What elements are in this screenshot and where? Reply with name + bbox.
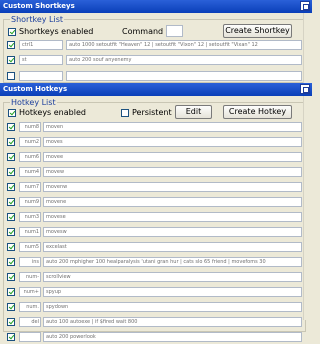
hotkey-command-field[interactable]: auto 200 mphigher 100 healparalysis 'uta… — [43, 257, 302, 267]
hotkey-row: ins auto 200 mphigher 100 healparalysis '… — [3, 256, 303, 269]
hotkey-row: num1 movesw — [3, 226, 303, 239]
hotkey-command-field[interactable]: movew — [43, 167, 302, 177]
shortkey-key-field[interactable]: st — [19, 55, 63, 65]
shortkey-command-field[interactable]: auto 1000 setoutfit "Heaven" 12 | setout… — [66, 40, 302, 50]
hotkeys-window-title: Custom Hotkeys — [3, 85, 68, 93]
hotkey-command-field[interactable]: moves — [43, 137, 302, 147]
hotkey-rows: num8 moven num2 moves num6 movee num4 movew num7… — [3, 121, 303, 342]
hotkey-key-field[interactable]: num- — [19, 272, 41, 282]
hotkey-command-field[interactable]: auto 100 autoexe | if $fired wait 800 — [43, 317, 302, 327]
hotkey-row: num8 moven — [3, 121, 303, 134]
hotkey-command-field[interactable]: movenw — [43, 182, 302, 192]
hotkey-row: auto 200 powerlook — [3, 331, 303, 344]
hotkey-command-field[interactable]: movesw — [43, 227, 302, 237]
hotkey-row-checkbox[interactable] — [7, 198, 15, 206]
hotkeys-side-strip — [303, 96, 312, 320]
hotkey-row: num7 movenw — [3, 181, 303, 194]
shortkeys-titlebar: Custom Shortkeys — [0, 0, 312, 13]
hotkey-key-field[interactable]: num9 — [19, 197, 41, 207]
hotkey-row-checkbox[interactable] — [7, 243, 15, 251]
hotkey-key-field[interactable]: num7 — [19, 182, 41, 192]
hotkey-row-checkbox[interactable] — [7, 123, 15, 131]
hotkey-row-checkbox[interactable] — [7, 273, 15, 281]
hotkey-row: num5 excelast — [3, 241, 303, 254]
shortkeys-enabled-checkbox[interactable] — [8, 28, 16, 36]
shortkey-command-field[interactable] — [66, 71, 302, 81]
edit-button[interactable]: Edit — [175, 105, 212, 119]
hotkey-key-field[interactable]: num6 — [19, 152, 41, 162]
hotkey-command-field[interactable]: movee — [43, 152, 302, 162]
shortkeys-window-title: Custom Shortkeys — [3, 2, 75, 10]
hotkey-key-field[interactable]: ins — [19, 257, 41, 267]
hotkey-row: del auto 100 autoexe | if $fired wait 800 — [3, 316, 303, 329]
hotkey-row-checkbox[interactable] — [7, 168, 15, 176]
hotkey-key-field[interactable] — [19, 332, 41, 342]
hotkey-row: num6 movee — [3, 151, 303, 164]
persistent-checkbox[interactable] — [121, 109, 129, 117]
hotkey-row-checkbox[interactable] — [7, 213, 15, 221]
hotkey-command-field[interactable]: movese — [43, 212, 302, 222]
command-label: Command — [122, 27, 164, 36]
shortkey-row-checkbox[interactable] — [7, 72, 15, 80]
shortkey-row — [3, 70, 303, 83]
shortkeys-panel: Shortkey List Shortkeys enabled Command … — [0, 13, 312, 83]
hotkey-key-field[interactable]: num+ — [19, 287, 41, 297]
hotkeys-panel: Hotkey List Hotkeys enabled Persistent E… — [0, 96, 312, 342]
hotkeys-enabled-checkbox[interactable] — [8, 109, 16, 117]
create-shortkey-button[interactable]: Create Shortkey — [223, 24, 292, 38]
shortkey-row: st auto 200 souf anyenemy — [3, 54, 303, 67]
hotkey-row: num4 movew — [3, 166, 303, 179]
hotkeys-titlebar: Custom Hotkeys — [0, 83, 312, 96]
restore-icon[interactable] — [300, 1, 310, 11]
hotkey-command-field[interactable]: scrollview — [43, 272, 302, 282]
hotkey-row: num2 moves — [3, 136, 303, 149]
hotkey-key-field[interactable]: num. — [19, 302, 41, 312]
hotkey-command-field[interactable]: spydown — [43, 302, 302, 312]
hotkey-row-checkbox[interactable] — [7, 228, 15, 236]
hotkey-row: num+ spyup — [3, 286, 303, 299]
hotkey-row-checkbox[interactable] — [7, 183, 15, 191]
hotkey-row: num. spydown — [3, 301, 303, 314]
hotkey-row-checkbox[interactable] — [7, 258, 15, 266]
create-hotkey-button[interactable]: Create Hotkey — [223, 105, 292, 119]
restore-icon[interactable] — [300, 84, 310, 94]
hotkey-key-field[interactable]: num2 — [19, 137, 41, 147]
shortkey-row-checkbox[interactable] — [7, 56, 15, 64]
hotkey-command-field[interactable]: auto 200 powerlook — [43, 332, 302, 342]
hotkey-row: num3 movese — [3, 211, 303, 224]
persistent-label: Persistent — [132, 108, 172, 117]
hotkey-key-field[interactable]: num8 — [19, 122, 41, 132]
hotkey-key-field[interactable]: num5 — [19, 242, 41, 252]
hotkey-key-field[interactable]: num3 — [19, 212, 41, 222]
hotkey-row-checkbox[interactable] — [7, 333, 15, 341]
hotkey-row-checkbox[interactable] — [7, 288, 15, 296]
hotkey-row: num9 movene — [3, 196, 303, 209]
hotkey-row-checkbox[interactable] — [7, 318, 15, 326]
hotkey-command-field[interactable]: excelast — [43, 242, 302, 252]
hotkeys-enabled-label: Hotkeys enabled — [19, 108, 86, 117]
hotkey-row: num-scrollview — [3, 271, 303, 284]
hotkey-key-field[interactable]: num1 — [19, 227, 41, 237]
shortkey-row: ctrl1 auto 1000 setoutfit "Heaven" 12 | … — [3, 39, 303, 52]
shortkeys-side-strip — [303, 13, 312, 83]
hotkey-row-checkbox[interactable] — [7, 303, 15, 311]
hotkey-row-checkbox[interactable] — [7, 138, 15, 146]
hotkey-row-checkbox[interactable] — [7, 153, 15, 161]
hotkey-command-field[interactable]: spyup — [43, 287, 302, 297]
shortkey-command-field[interactable]: auto 200 souf anyenemy — [66, 55, 302, 65]
shortkey-key-field[interactable]: ctrl1 — [19, 40, 63, 50]
shortkeys-enabled-label: Shortkeys enabled — [19, 27, 94, 36]
hotkey-key-field[interactable]: del — [19, 317, 41, 327]
shortkey-key-field[interactable] — [19, 71, 63, 81]
shortkey-row-checkbox[interactable] — [7, 41, 15, 49]
command-input[interactable] — [166, 25, 183, 37]
hotkey-command-field[interactable]: moven — [43, 122, 302, 132]
hotkey-command-field[interactable]: movene — [43, 197, 302, 207]
hotkey-key-field[interactable]: num4 — [19, 167, 41, 177]
shortkey-list-label: Shortkey List — [10, 14, 64, 25]
